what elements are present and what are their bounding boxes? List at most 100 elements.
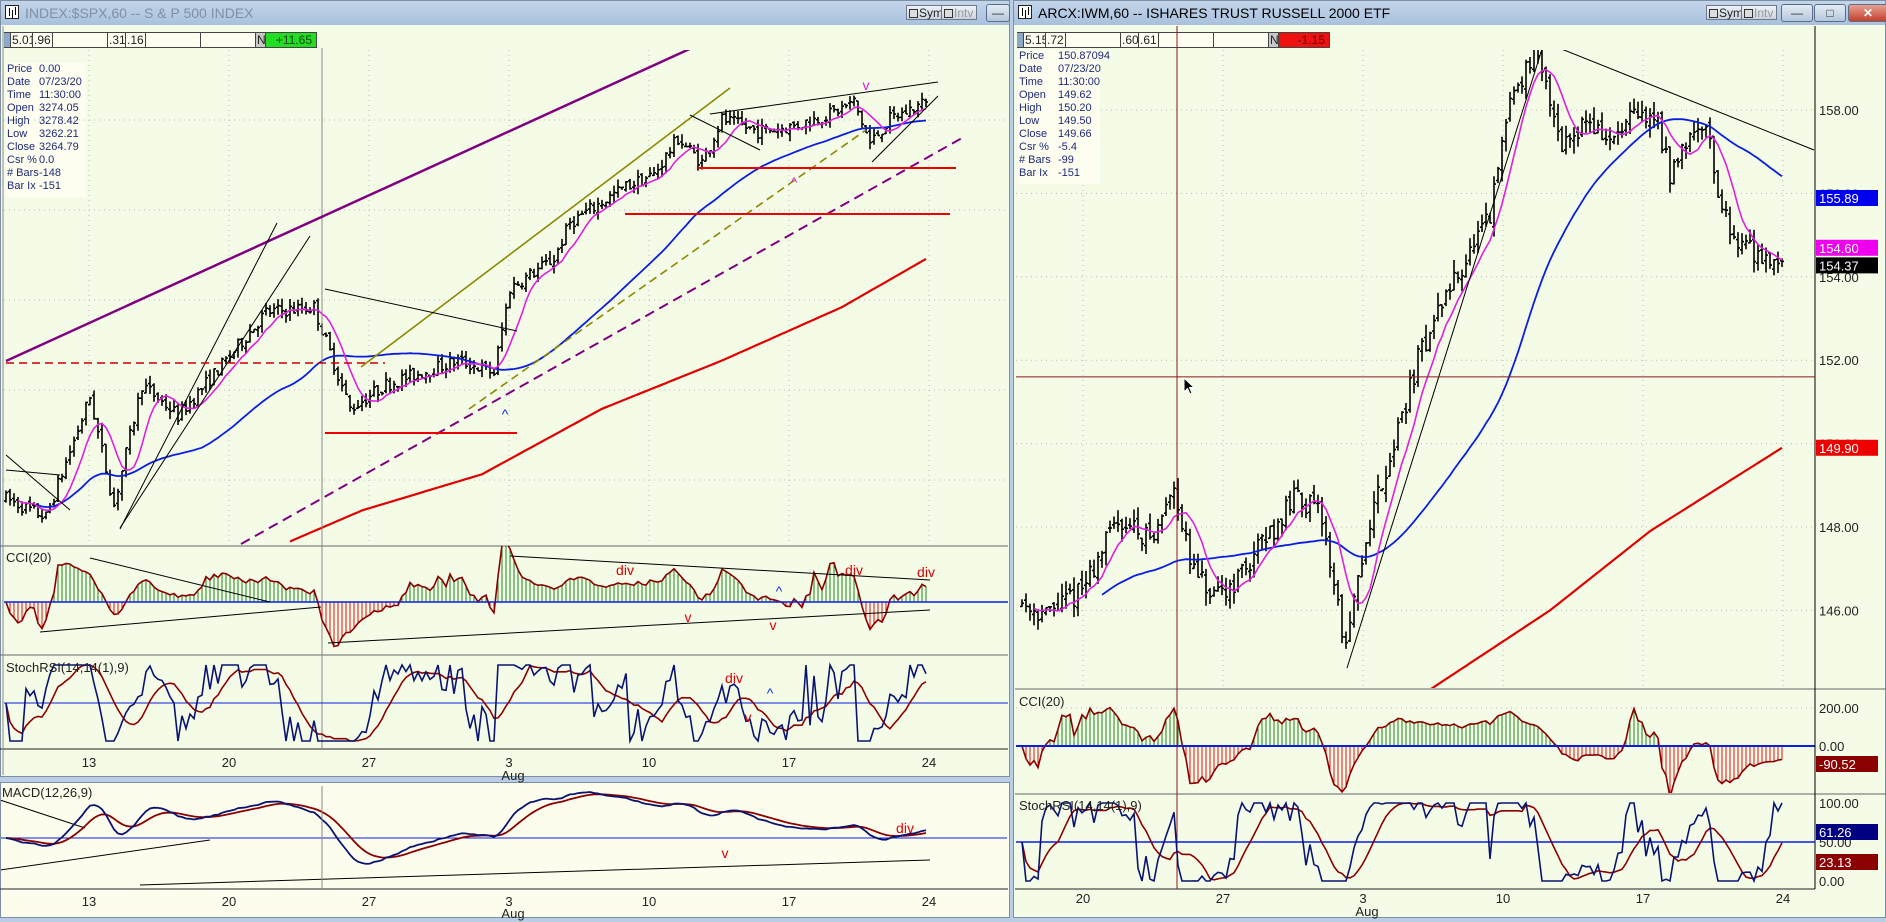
price-bar: [1572, 127, 1576, 154]
price-bar: [1668, 146, 1672, 193]
price-bar: [728, 110, 732, 125]
price-bar: [1256, 533, 1260, 564]
price-bar: [808, 116, 812, 132]
trendline: [1, 839, 211, 871]
price-tag: 149.90: [1819, 441, 1859, 456]
price-bar: [748, 126, 752, 130]
price-axis-label: 152.00: [1819, 353, 1859, 368]
price-bar: [1520, 76, 1524, 94]
price-bar: [4, 490, 8, 503]
price-bar: [1508, 91, 1512, 122]
price-annotation: ^: [502, 406, 509, 422]
price-bar: [1480, 214, 1484, 233]
price-bar: [544, 254, 548, 266]
stoch-annotation: ^: [767, 685, 774, 701]
trendline: [1346, 50, 1543, 669]
price-bar: [1640, 100, 1644, 123]
price-bar: [1172, 481, 1176, 509]
price-bar: [300, 297, 304, 314]
price-bar: [828, 103, 832, 128]
price-bar: [596, 197, 600, 220]
price-axis-label: 148.00: [1819, 520, 1859, 535]
price-bar: [1072, 577, 1076, 618]
price-bar: [844, 103, 848, 109]
price-bar: [1124, 516, 1128, 534]
cci-annotation: v: [770, 617, 777, 633]
price-bar: [1676, 157, 1680, 168]
cci-axis-label: 0.00: [1819, 739, 1844, 754]
price-bar: [460, 350, 464, 366]
price-bar: [1188, 528, 1192, 574]
date-tick: 27: [362, 755, 376, 770]
date-tick: 20: [222, 894, 236, 909]
info-label: # Bars: [1019, 154, 1051, 166]
cci-annotation: v: [685, 609, 692, 625]
price-bar: [1212, 586, 1216, 597]
price-tag: 154.37: [1819, 258, 1859, 273]
trendline: [327, 609, 931, 644]
price-bar: [1532, 50, 1535, 72]
iwm-panel-separators: [1015, 26, 1886, 890]
price-bar: [776, 123, 780, 139]
price-bar: [1584, 110, 1588, 133]
price-bar: [1600, 112, 1604, 141]
price-bar: [1136, 507, 1140, 540]
price-bar: [1444, 289, 1448, 307]
info-label: Time: [1019, 76, 1044, 88]
price-bar: [1692, 121, 1696, 141]
price-bar: [1384, 465, 1388, 503]
price-bar: [144, 378, 148, 394]
price-bar: [720, 112, 724, 133]
price-bar: [1288, 490, 1292, 516]
price-bar: [900, 107, 904, 122]
price-bar: [1040, 604, 1044, 623]
price-bar: [1704, 125, 1708, 138]
price-bar: [1308, 494, 1312, 522]
chart-canvas[interactable]: v ^ ^ CCI(20) div div div v v ^ StochRSI(14,14(1),…: [0, 0, 1886, 922]
mouse-cursor-icon: [1183, 377, 1196, 395]
price-bar: [656, 163, 660, 180]
cci-annotation: div: [917, 564, 935, 580]
price-bar: [692, 144, 696, 154]
trendline: [39, 606, 322, 633]
date-tick: 20: [222, 755, 236, 770]
spx-panel-separators: [0, 26, 1008, 775]
price-bar: [1360, 555, 1364, 578]
price-bar: [836, 108, 840, 117]
ma-long-line: [289, 257, 927, 543]
price-bar: [1264, 527, 1268, 552]
price-bar: [1348, 611, 1352, 642]
price-bar: [1772, 258, 1776, 276]
price-bar: [304, 301, 308, 315]
info-label: Close: [1019, 128, 1048, 140]
price-bar: [1036, 609, 1040, 630]
price-bar: [168, 401, 172, 420]
price-bar: [540, 256, 544, 270]
price-annotation: v: [863, 77, 870, 93]
price-bar: [336, 366, 340, 386]
price-bar: [1196, 553, 1200, 579]
price-bar: [92, 390, 96, 420]
price-bar: [76, 425, 80, 441]
price-bar: [124, 446, 128, 478]
iwm-date-axis: 20 27 3 10 17 24Aug: [1076, 891, 1790, 919]
price-bar: [684, 142, 688, 148]
spx-cci-histogram: [5, 546, 927, 648]
cci-tag: -90.52: [1819, 757, 1856, 772]
price-bar: [1240, 563, 1244, 578]
price-bar: [1768, 251, 1772, 269]
price-bar: [588, 199, 592, 214]
price-bar: [412, 367, 416, 386]
price-bar: [1552, 100, 1556, 128]
price-bar: [1776, 251, 1780, 273]
price-bar: [1504, 118, 1508, 152]
price-bar: [1420, 337, 1424, 362]
price-bar: [616, 179, 620, 198]
price-bar: [284, 308, 288, 323]
price-bar: [1632, 98, 1636, 114]
price-bar: [192, 398, 196, 409]
price-bar: [1112, 516, 1116, 529]
date-tick: 17: [782, 755, 796, 770]
price-bar: [764, 123, 768, 134]
price-bar: [1672, 159, 1676, 185]
